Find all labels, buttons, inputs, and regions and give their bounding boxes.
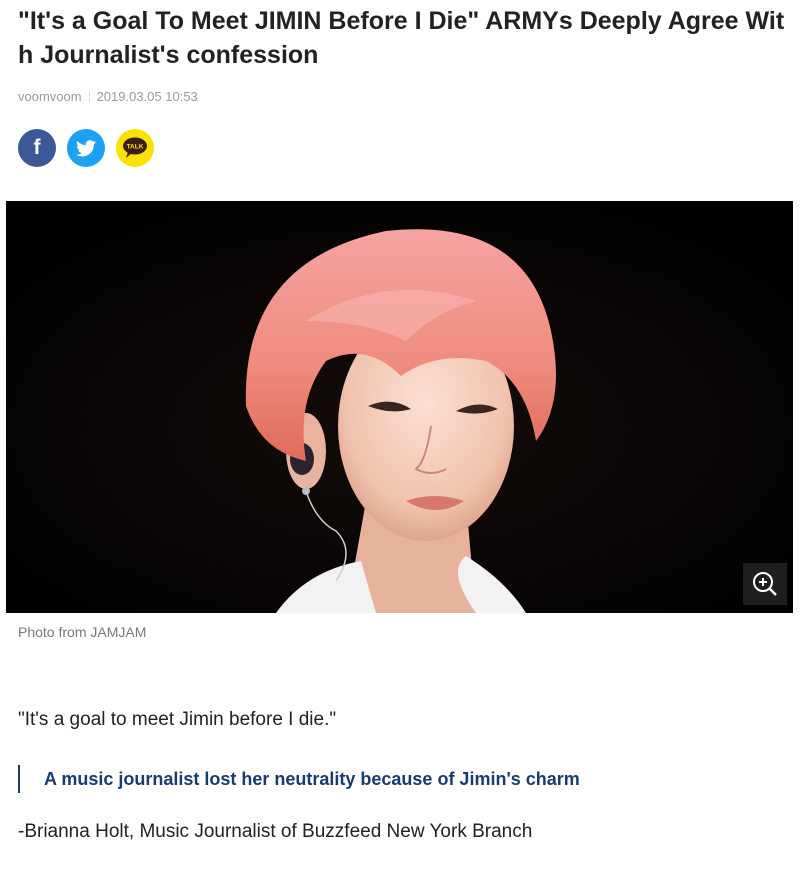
article-subheading: A music journalist lost her neutrality b…	[18, 765, 580, 793]
kakao-talk-label: TALK	[127, 144, 144, 151]
author-name[interactable]: voomvoom	[18, 89, 82, 104]
kakao-share-button[interactable]: TALK	[116, 129, 154, 167]
twitter-icon	[76, 139, 96, 156]
meta-divider	[88, 91, 90, 102]
article-meta: voomvoom 2019.03.05 10:53	[18, 89, 198, 104]
facebook-icon: f	[33, 136, 41, 159]
twitter-share-button[interactable]	[67, 129, 105, 167]
article-byline: -Brianna Holt, Music Journalist of Buzzf…	[18, 821, 533, 842]
portrait-image	[6, 201, 793, 613]
kakao-talk-icon: TALK	[123, 137, 147, 158]
article-headline: "It's a Goal To Meet JIMIN Before I Die"…	[18, 7, 785, 69]
facebook-share-button[interactable]: f	[18, 129, 56, 167]
zoom-in-icon	[753, 572, 777, 596]
share-bar: f TALK	[18, 129, 154, 167]
article-photo[interactable]	[6, 201, 793, 613]
photo-caption: Photo from JAMJAM	[18, 624, 147, 640]
article-quote: "It's a goal to meet Jimin before I die.…	[18, 709, 337, 730]
publish-date: 2019.03.05 10:53	[96, 89, 198, 104]
zoom-button[interactable]	[743, 563, 787, 605]
